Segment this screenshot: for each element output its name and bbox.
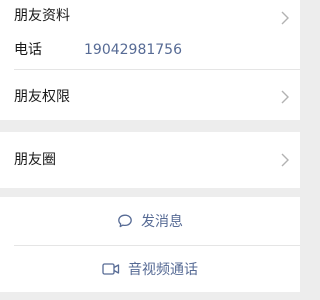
send-message-label: 发消息: [141, 214, 183, 230]
actions-card: 发消息 音视频通话: [0, 197, 300, 292]
moments-row[interactable]: 朋友圈: [0, 132, 300, 188]
contact-detail-screen: 朋友资料 电话 19042981756 朋友权限 朋友圈 发消息 音视频通话: [0, 0, 300, 300]
chevron-right-icon: [280, 90, 290, 104]
friend-info-row[interactable]: 朋友资料: [0, 0, 300, 35]
permissions-card: 朋友权限: [0, 70, 300, 120]
phone-row: 电话 19042981756: [0, 35, 300, 69]
chevron-right-icon: [280, 153, 290, 167]
send-message-button[interactable]: 发消息: [0, 197, 300, 245]
phone-label: 电话: [14, 42, 42, 58]
friend-permissions-label: 朋友权限: [14, 89, 70, 105]
phone-number-link[interactable]: 19042981756: [84, 40, 182, 60]
moments-label: 朋友圈: [14, 152, 56, 168]
chevron-right-icon: [280, 11, 290, 25]
moments-card: 朋友圈: [0, 132, 300, 188]
video-camera-icon: [102, 262, 120, 276]
profile-card: 朋友资料 电话 19042981756: [0, 0, 300, 70]
friend-permissions-row[interactable]: 朋友权限: [0, 70, 300, 120]
friend-info-label: 朋友资料: [14, 8, 70, 24]
message-bubble-icon: [117, 213, 133, 229]
video-call-button[interactable]: 音视频通话: [0, 246, 300, 292]
video-call-label: 音视频通话: [128, 262, 198, 278]
